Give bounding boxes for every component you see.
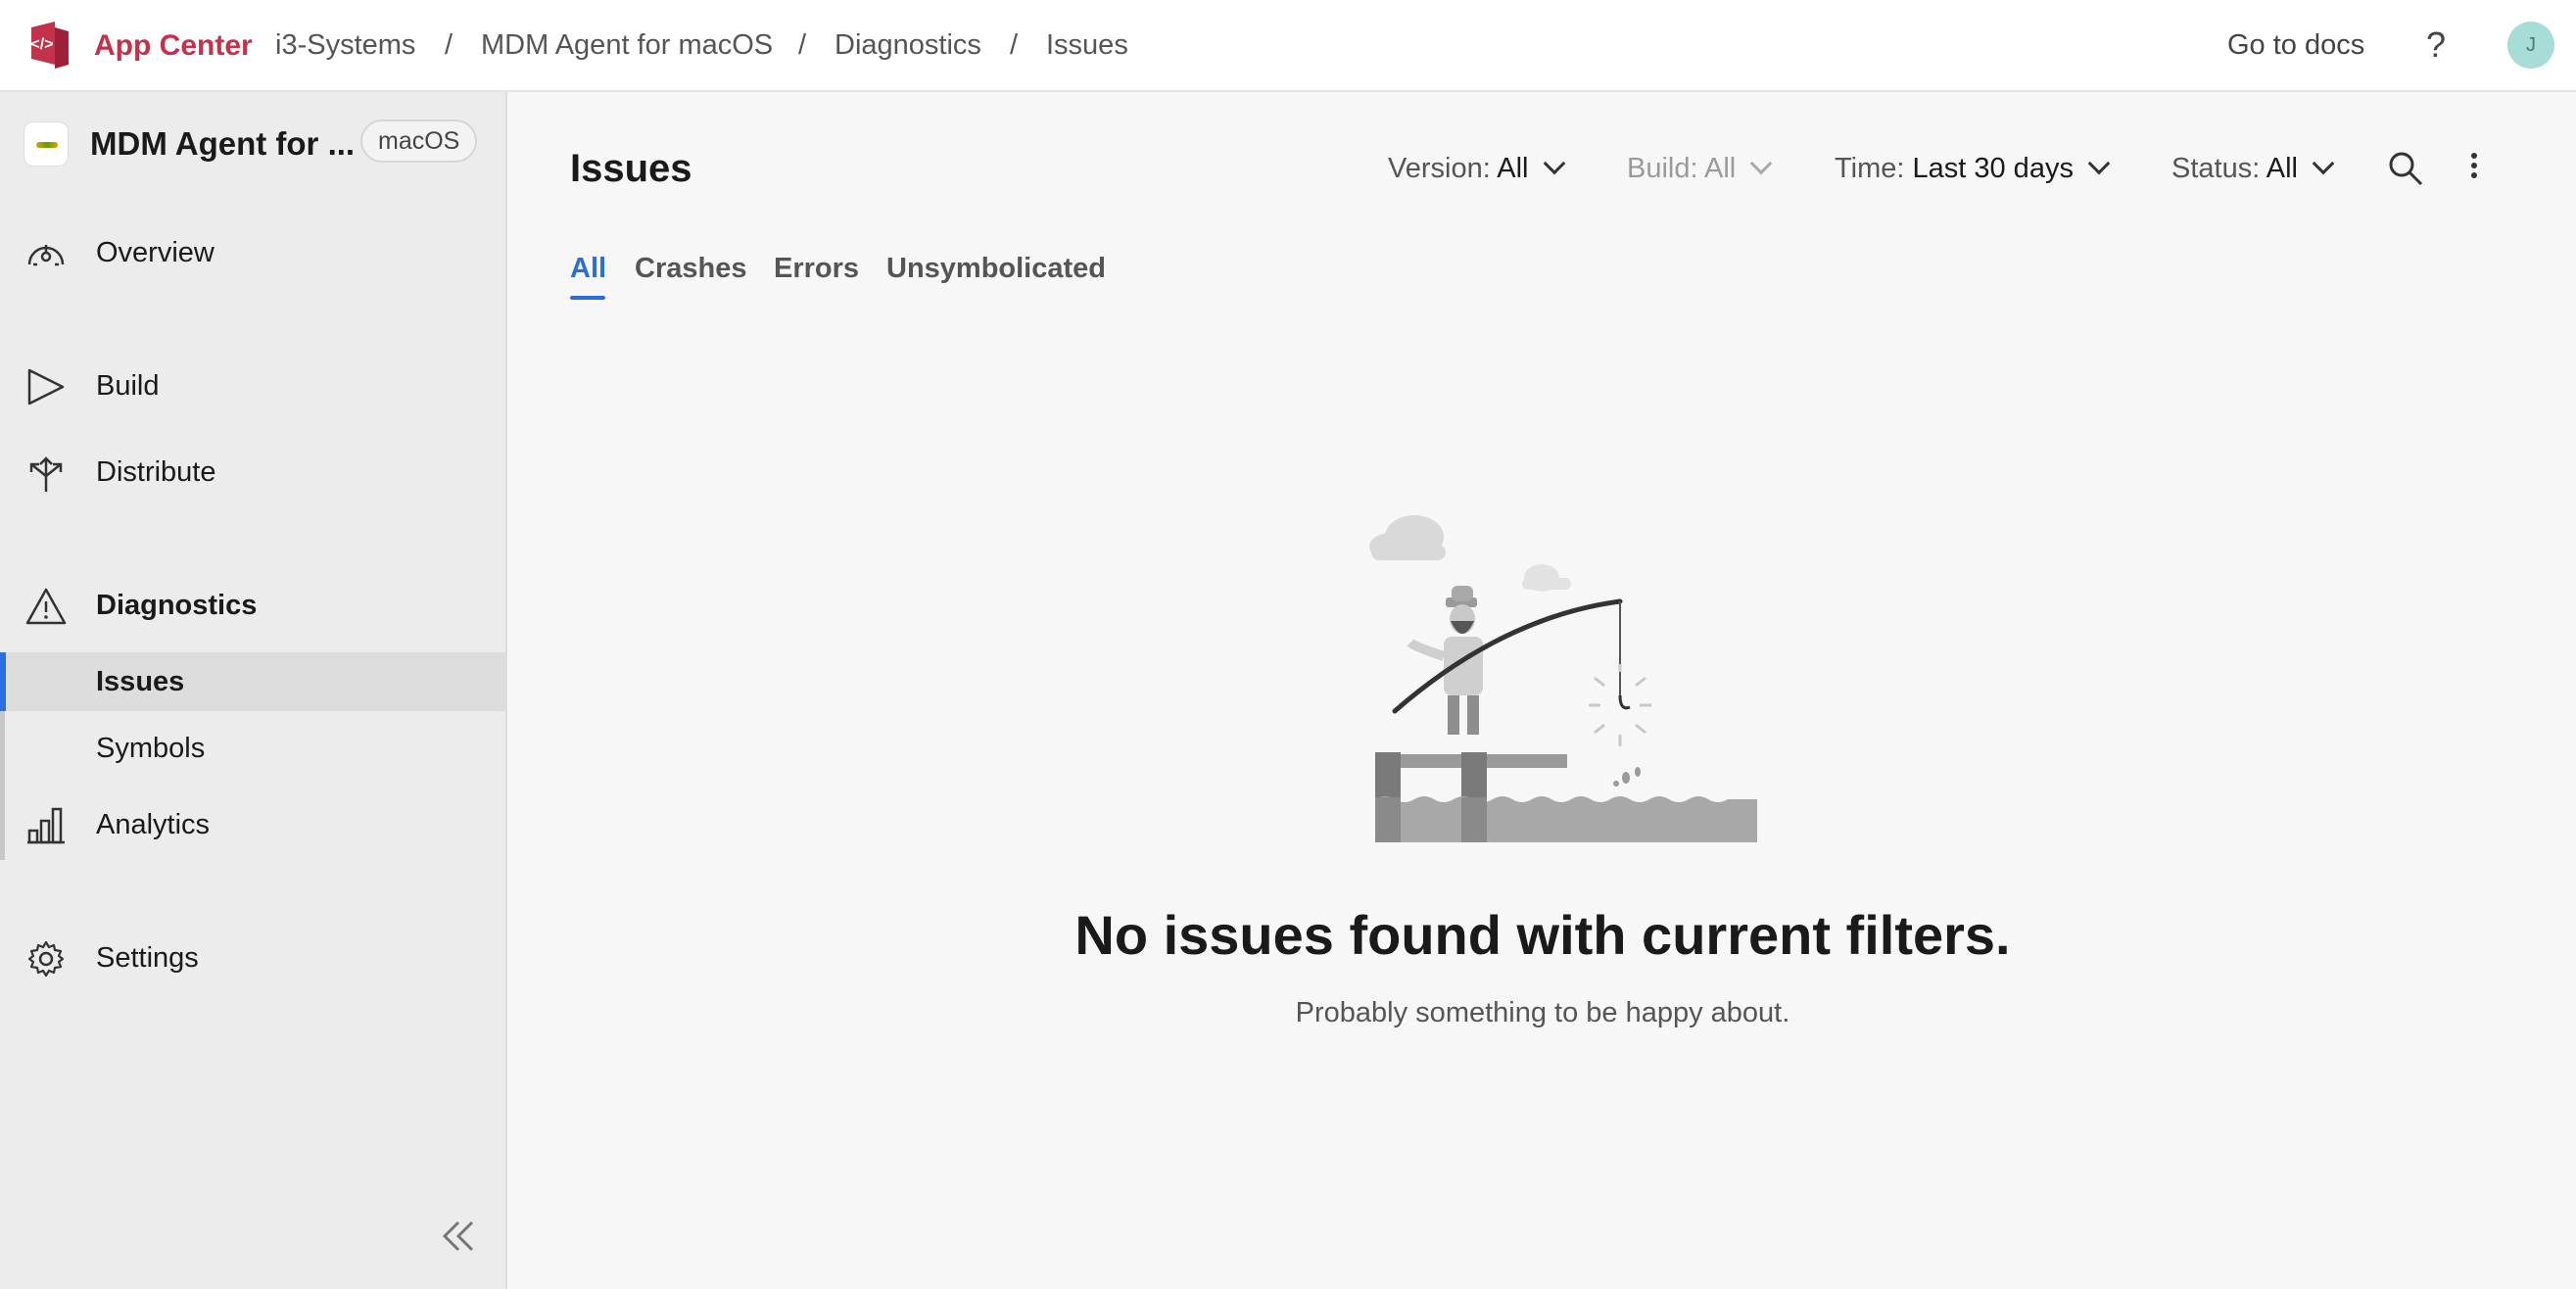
breadcrumb-app[interactable]: MDM Agent for macOS bbox=[481, 29, 773, 62]
svg-text:</>: </> bbox=[30, 36, 53, 53]
play-icon bbox=[27, 368, 65, 406]
more-options-icon[interactable] bbox=[2464, 149, 2484, 188]
gear-icon bbox=[27, 940, 65, 978]
active-tab-indicator bbox=[570, 296, 605, 300]
filter-label: Status: bbox=[2171, 153, 2261, 184]
sidebar-item-build[interactable]: Build bbox=[0, 357, 507, 415]
app-center-logo-icon[interactable]: </> bbox=[25, 22, 71, 69]
platform-badge: macOS bbox=[360, 119, 478, 163]
breadcrumb-section[interactable]: Diagnostics bbox=[835, 29, 981, 62]
sidebar-item-label: Build bbox=[96, 370, 160, 402]
top-bar: </> App Center i3-Systems / MDM Agent fo… bbox=[0, 0, 2576, 92]
sidebar-item-symbols[interactable]: Symbols bbox=[0, 719, 507, 778]
brand-name[interactable]: App Center bbox=[94, 29, 253, 63]
sidebar-item-label: Diagnostics bbox=[96, 590, 258, 621]
empty-state-title: No issues found with current filters. bbox=[1074, 904, 2011, 966]
sidebar-item-label: Symbols bbox=[96, 733, 206, 764]
breadcrumb-org[interactable]: i3-Systems bbox=[275, 29, 415, 62]
breadcrumb-separator: / bbox=[798, 29, 807, 61]
gauge-icon bbox=[27, 245, 65, 266]
empty-state-subtitle: Probably something to be happy about. bbox=[1295, 997, 1790, 1028]
active-indicator bbox=[0, 652, 6, 711]
page-title: Issues bbox=[570, 147, 692, 190]
water bbox=[1375, 796, 1757, 842]
filter-label: Build: bbox=[1627, 153, 1698, 184]
filter-value: All bbox=[2266, 153, 2298, 184]
help-icon[interactable]: ? bbox=[2421, 25, 2451, 65]
chevron-down-icon bbox=[2087, 152, 2111, 175]
filter-label: Version: bbox=[1388, 153, 1491, 184]
sidebar-item-label: Distribute bbox=[96, 456, 216, 488]
main-content: Issues Version: All Build: All Time: Las… bbox=[509, 92, 2576, 1289]
tab-errors[interactable]: Errors bbox=[774, 253, 859, 285]
bar-chart-icon bbox=[27, 807, 65, 844]
fisherman-illustration bbox=[1369, 515, 1757, 842]
sidebar-item-overview[interactable]: Overview bbox=[0, 223, 507, 282]
filter-value: Last 30 days bbox=[1912, 153, 2074, 184]
filter-label: Time: bbox=[1835, 153, 1905, 184]
distribute-arrows-icon bbox=[29, 456, 63, 492]
tab-all[interactable]: All bbox=[570, 253, 606, 285]
sidebar-item-label: Issues bbox=[96, 666, 185, 697]
sidebar-item-label: Analytics bbox=[96, 809, 211, 840]
avatar[interactable]: J bbox=[2507, 22, 2554, 69]
fisherman-figure bbox=[1407, 586, 1483, 735]
fishing-rod bbox=[1392, 598, 1623, 714]
sidebar: MDM Agent for ... macOS Overview Build D… bbox=[0, 92, 507, 1289]
go-to-docs-link[interactable]: Go to docs bbox=[2227, 29, 2364, 62]
tab-crashes[interactable]: Crashes bbox=[635, 253, 746, 285]
chevron-down-icon bbox=[1749, 152, 1773, 175]
sidebar-item-distribute[interactable]: Distribute bbox=[0, 443, 507, 501]
chevron-down-icon bbox=[1543, 152, 1565, 175]
app-header[interactable]: MDM Agent for ... macOS bbox=[24, 119, 484, 170]
version-filter[interactable]: Version: All bbox=[1388, 152, 1565, 185]
breadcrumb-separator: / bbox=[1010, 29, 1019, 61]
warning-icon bbox=[25, 588, 67, 625]
small-cloud-illustration bbox=[1522, 564, 1571, 592]
breadcrumb-current: Issues bbox=[1046, 29, 1128, 61]
cloud-illustration bbox=[1369, 515, 1446, 560]
breadcrumb-separator: / bbox=[445, 29, 453, 61]
status-filter[interactable]: Status: All bbox=[2171, 152, 2335, 185]
water-drops bbox=[1613, 767, 1641, 787]
build-filter[interactable]: Build: All bbox=[1627, 152, 1773, 185]
search-icon[interactable] bbox=[2386, 149, 2425, 188]
app-name: MDM Agent for ... bbox=[90, 125, 356, 162]
collapse-sidebar-icon[interactable] bbox=[439, 1217, 478, 1256]
sidebar-item-settings[interactable]: Settings bbox=[0, 929, 507, 987]
app-icon bbox=[24, 121, 69, 167]
sidebar-item-label: Overview bbox=[96, 237, 215, 268]
filter-value: All bbox=[1497, 153, 1529, 184]
hook bbox=[1618, 694, 1631, 710]
sidebar-item-issues[interactable]: Issues bbox=[0, 652, 507, 711]
tab-unsymbolicated[interactable]: Unsymbolicated bbox=[886, 253, 1106, 285]
time-filter[interactable]: Time: Last 30 days bbox=[1835, 152, 2111, 185]
chevron-down-icon bbox=[2312, 152, 2335, 175]
sidebar-item-label: Settings bbox=[96, 942, 199, 974]
sidebar-item-analytics[interactable]: Analytics bbox=[0, 795, 507, 854]
sidebar-item-diagnostics[interactable]: Diagnostics bbox=[0, 576, 507, 635]
filter-value: All bbox=[1704, 153, 1737, 184]
